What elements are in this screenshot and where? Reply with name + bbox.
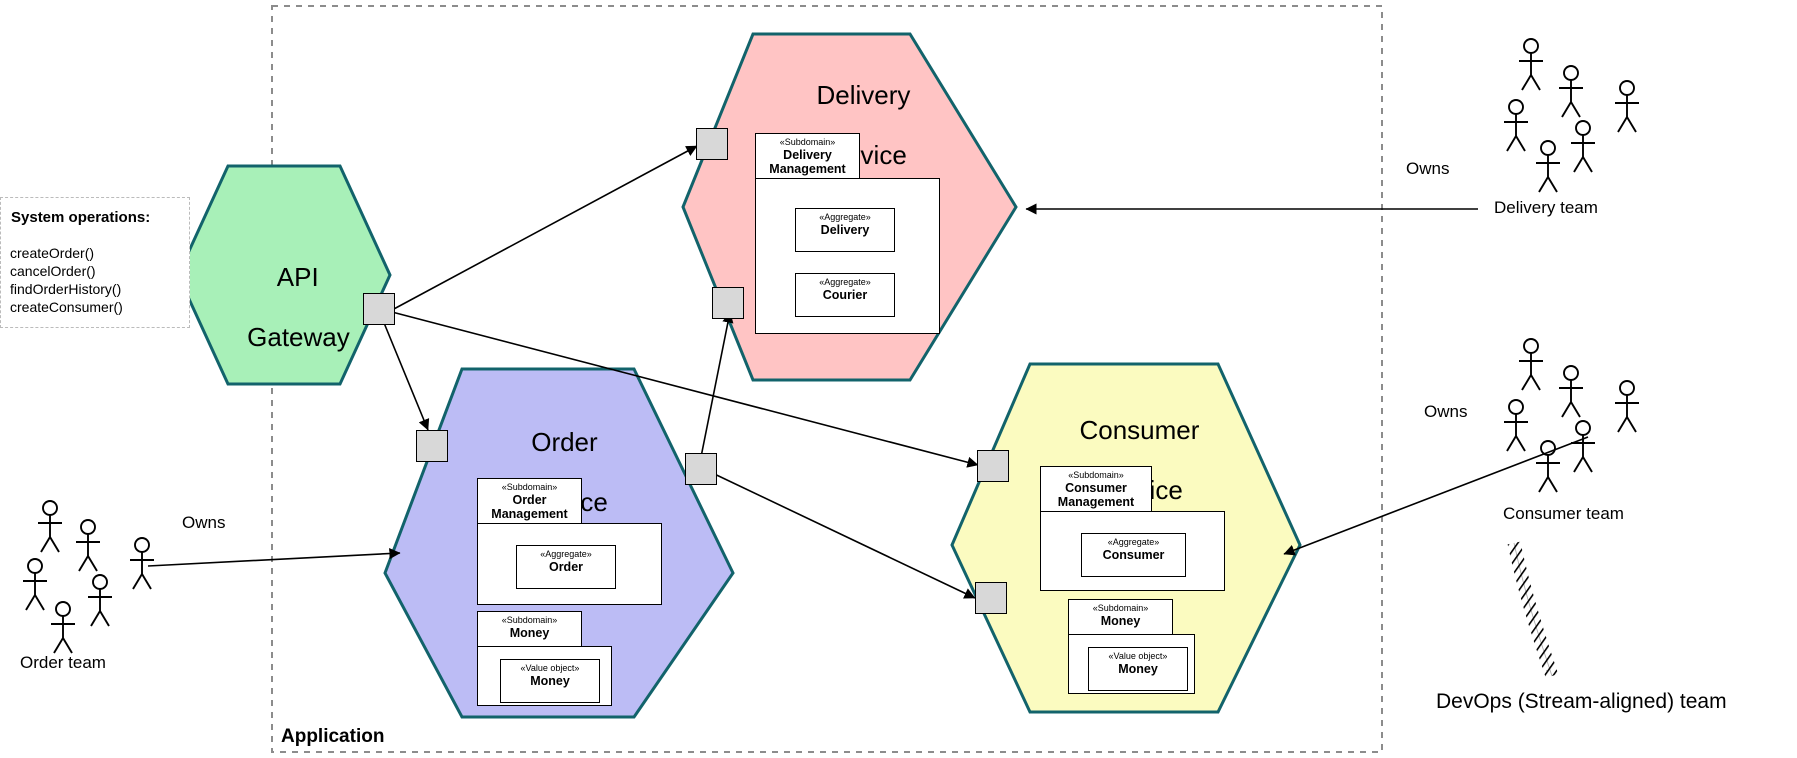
value-object-consumer-money[interactable]: «Value object» Money bbox=[1088, 647, 1188, 691]
subdomain-consumer-money[interactable]: «Subdomain» Money bbox=[1068, 599, 1173, 635]
actor-icon bbox=[1559, 65, 1583, 118]
subdomain-name-line1: Consumer bbox=[1065, 481, 1127, 495]
value-object-name: Money bbox=[530, 674, 570, 688]
subdomain-name-line1: Delivery bbox=[783, 148, 832, 162]
port-consumer-upper[interactable] bbox=[977, 450, 1009, 482]
aggregate-order[interactable]: «Aggregate» Order bbox=[516, 545, 616, 589]
subdomain-name-line2: Management bbox=[491, 507, 568, 521]
team-label-order-team: Order team bbox=[20, 653, 106, 672]
port-order-outbound[interactable] bbox=[685, 453, 717, 485]
team-label-consumer-team: Consumer team bbox=[1503, 504, 1624, 523]
aggregate-name: Consumer bbox=[1102, 548, 1165, 562]
subdomain-name-line1: Order bbox=[512, 493, 547, 507]
service-title-line1: Consumer bbox=[1079, 415, 1200, 445]
subdomain-consumer-management[interactable]: «Subdomain» Consumer Management bbox=[1040, 466, 1152, 513]
port-consumer-lower[interactable] bbox=[975, 582, 1007, 614]
subdomain-order-money[interactable]: «Subdomain» Money bbox=[477, 611, 582, 647]
aggregate-consumer[interactable]: «Aggregate» Consumer bbox=[1081, 533, 1186, 577]
owns-label-delivery-team: Owns bbox=[1406, 159, 1450, 178]
service-title-line1: Order bbox=[531, 427, 598, 457]
stereotype-label: «Subdomain» bbox=[779, 137, 836, 147]
system-operation-item: createConsumer() bbox=[10, 299, 123, 315]
subdomain-name-line1: Money bbox=[1100, 614, 1141, 628]
port-delivery-lower[interactable] bbox=[712, 287, 744, 319]
value-object-order-money[interactable]: «Value object» Money bbox=[500, 659, 600, 703]
application-boundary-label: Application bbox=[281, 726, 385, 747]
actor-icon bbox=[76, 519, 100, 572]
stereotype-label: «Aggregate» bbox=[819, 277, 871, 287]
stereotype-label: «Aggregate» bbox=[819, 212, 871, 222]
port-api-gateway[interactable] bbox=[363, 293, 395, 325]
arrow-order-team-owns bbox=[147, 547, 401, 567]
system-operation-item: findOrderHistory() bbox=[10, 281, 122, 297]
service-title-api-gateway: API Gateway bbox=[204, 232, 364, 382]
stereotype-label: «Value object» bbox=[520, 663, 580, 673]
link-gateway-to-order bbox=[381, 317, 430, 431]
actor-icon bbox=[1519, 338, 1543, 391]
subdomain-delivery-management[interactable]: «Subdomain» Delivery Management bbox=[755, 133, 860, 180]
port-delivery-upper[interactable] bbox=[696, 128, 728, 160]
system-operations-panel: System operations: createOrder() cancelO… bbox=[0, 197, 190, 328]
subdomain-name-line2: Management bbox=[1057, 495, 1135, 509]
link-order-to-delivery bbox=[699, 311, 734, 463]
actor-icon bbox=[1559, 365, 1583, 418]
aggregate-delivery[interactable]: «Aggregate» Delivery bbox=[795, 208, 895, 252]
actor-icon bbox=[88, 574, 112, 627]
stereotype-label: «Subdomain» bbox=[501, 482, 558, 492]
service-title-line2: Gateway bbox=[247, 322, 350, 352]
actor-icon bbox=[51, 601, 75, 654]
actor-icon bbox=[130, 537, 154, 590]
stereotype-label: «Subdomain» bbox=[501, 615, 558, 625]
system-operation-item: cancelOrder() bbox=[10, 263, 96, 279]
actor-icon bbox=[1504, 99, 1528, 152]
devops-team-label: DevOps (Stream-aligned) team bbox=[1436, 690, 1727, 713]
devops-hatched-arrow bbox=[1507, 541, 1559, 679]
subdomain-name-line1: Money bbox=[509, 626, 550, 640]
actor-icon bbox=[1615, 380, 1639, 433]
subdomain-order-management[interactable]: «Subdomain» Order Management bbox=[477, 478, 582, 525]
actor-icon bbox=[1571, 120, 1595, 173]
actor-icon bbox=[38, 500, 62, 553]
actor-icon bbox=[1519, 38, 1543, 91]
aggregate-courier[interactable]: «Aggregate» Courier bbox=[795, 273, 895, 317]
stereotype-label: «Subdomain» bbox=[1068, 470, 1124, 480]
link-order-to-consumer bbox=[705, 469, 976, 599]
aggregate-name: Delivery bbox=[820, 223, 870, 237]
service-title-line1: API bbox=[276, 262, 319, 292]
subdomain-name-line2: Management bbox=[769, 162, 846, 176]
team-label-delivery-team: Delivery team bbox=[1494, 198, 1598, 217]
actor-icon bbox=[1536, 140, 1560, 193]
stereotype-label: «Aggregate» bbox=[1107, 537, 1160, 547]
stereotype-label: «Aggregate» bbox=[540, 549, 592, 559]
system-operations-title: System operations: bbox=[11, 209, 151, 226]
architecture-diagram: System operations: createOrder() cancelO… bbox=[0, 0, 1797, 758]
value-object-name: Money bbox=[1118, 662, 1158, 676]
owns-label-consumer-team: Owns bbox=[1424, 402, 1468, 421]
stereotype-label: «Value object» bbox=[1108, 651, 1168, 661]
aggregate-name: Courier bbox=[822, 288, 868, 302]
actor-icon bbox=[1504, 399, 1528, 452]
actor-icon bbox=[1615, 80, 1639, 133]
actor-icon bbox=[23, 558, 47, 611]
actor-group-delivery-team bbox=[1504, 38, 1639, 193]
port-order-inbound[interactable] bbox=[416, 430, 448, 462]
actor-group-order-team bbox=[23, 500, 154, 654]
system-operation-item: createOrder() bbox=[10, 245, 95, 261]
stereotype-label: «Subdomain» bbox=[1092, 603, 1149, 613]
aggregate-name: Order bbox=[548, 560, 584, 574]
actor-group-consumer-team bbox=[1504, 338, 1639, 493]
actor-icon bbox=[1571, 420, 1595, 473]
owns-label-order-team: Owns bbox=[182, 513, 226, 532]
arrow-consumer-team-owns bbox=[1283, 436, 1589, 556]
link-gateway-to-delivery bbox=[391, 145, 698, 311]
service-title-line1: Delivery bbox=[816, 80, 911, 110]
